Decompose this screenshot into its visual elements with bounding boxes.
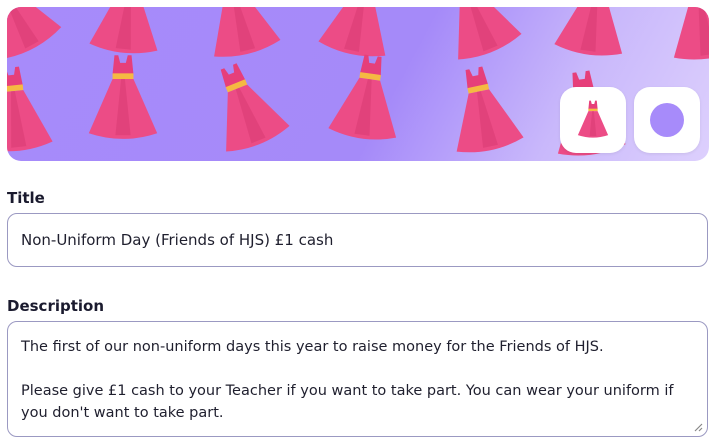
dress-icon xyxy=(327,50,407,144)
dress-icon xyxy=(663,7,709,64)
header-banner xyxy=(7,7,709,161)
dress-icon xyxy=(428,7,524,65)
description-paragraph: Please give £1 cash to your Teacher if y… xyxy=(21,383,674,421)
dress-icon xyxy=(577,100,609,138)
dress-icon xyxy=(196,53,292,157)
resize-handle-icon[interactable] xyxy=(693,422,703,432)
color-picker-button[interactable] xyxy=(634,87,700,153)
color-swatch xyxy=(650,103,684,137)
dress-icon xyxy=(440,61,525,158)
description-paragraph: The first of our non-uniform days this y… xyxy=(21,339,604,355)
dress-icon xyxy=(195,7,282,62)
dress-icon xyxy=(88,55,158,139)
dress-icon xyxy=(88,7,166,57)
dress-icon xyxy=(7,63,54,155)
title-label: Title xyxy=(7,189,45,207)
dress-icon xyxy=(553,7,633,60)
dress-icon xyxy=(317,7,402,62)
description-label: Description xyxy=(7,297,105,315)
title-input[interactable] xyxy=(7,213,708,267)
emoji-picker-button[interactable] xyxy=(560,87,626,153)
dress-icon xyxy=(7,7,64,65)
description-textarea[interactable]: The first of our non-uniform days this y… xyxy=(7,321,708,437)
